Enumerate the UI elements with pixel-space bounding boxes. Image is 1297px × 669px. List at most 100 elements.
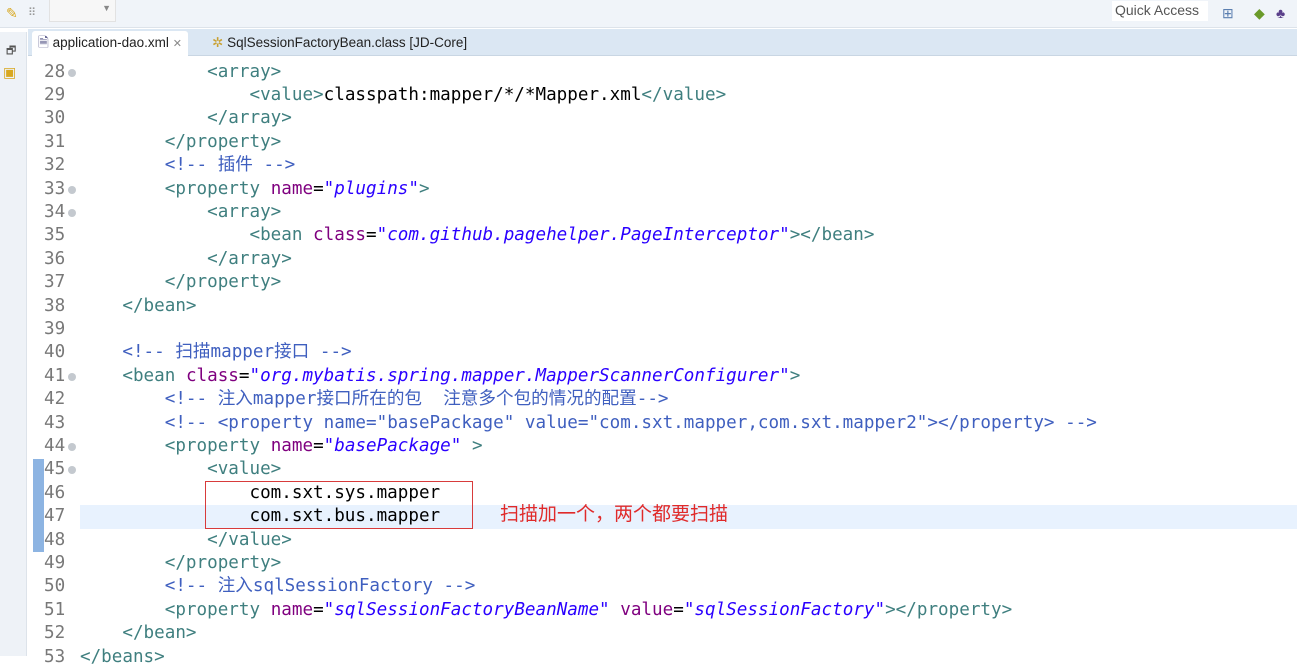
token: = [238,365,250,386]
left-trim-bar: 🗗 ▣ [0,32,27,656]
token: > [419,178,430,199]
line-number: 53 [44,646,66,667]
package-explorer-icon[interactable]: ▣ [3,64,16,81]
token: <bean [249,225,314,246]
line-number: 40 [44,342,66,363]
code-line[interactable]: 31 </property> [28,131,1297,154]
code-line[interactable]: 29 <value>classpath:mapper/*/*Mapper.xml… [28,84,1297,107]
code-line[interactable]: 48 </value> [28,529,1297,552]
code-line[interactable]: 38 </bean> [28,295,1297,318]
code-line[interactable]: 53 </beans> [28,646,1297,669]
token: name [270,599,314,620]
token: = [313,436,324,456]
token: </value> [207,529,292,550]
code-line[interactable]: 40 <!-- 扫描mapper接口 --> [28,341,1297,364]
annotation-text: 扫描加一个，两个都要扫描 [500,503,729,525]
code-line[interactable]: 33 <property name="plugins"> [28,178,1297,201]
line-number: 37 [44,272,66,293]
code-line[interactable]: 52 </bean> [28,622,1297,645]
token: = [366,225,377,246]
code-line[interactable]: 50 <!-- 注入sqlSessionFactory --> [28,575,1297,598]
token: </property> [164,272,282,293]
token: classpath:mapper/*/*Mapper.xml [323,85,642,105]
token: <property [164,599,271,620]
code-line[interactable]: 39 [28,318,1297,341]
code-line[interactable]: 28 <array> [28,61,1297,84]
code-line[interactable]: 44 <property name="basePackage" > [28,435,1297,458]
code-line[interactable]: 41 <bean class="org.mybatis.spring.mappe… [28,365,1297,388]
token: <array> [207,61,282,82]
code-line[interactable]: 37 </property> [28,271,1297,294]
code-text: <value>classpath:mapper/*/*Mapper.xml</v… [80,84,1297,107]
token: name [270,178,314,199]
code-text: <property name="plugins"> [80,178,1297,201]
token: name [270,436,314,456]
tab-application-dao-xml[interactable]: 🗎 application-dao.xml ✕ [32,31,188,56]
tab-sqlsessionfactorybean-class[interactable]: ✲ SqlSessionFactoryBean.class [JD-Core] [206,31,473,56]
line-number: 38 [44,295,66,316]
fold-toggle-icon[interactable] [68,443,76,451]
code-line[interactable]: 32 <!-- 插件 --> [28,154,1297,177]
fold-toggle-icon[interactable] [68,68,76,77]
code-line[interactable]: 45 <value> [28,458,1297,481]
code-line[interactable]: 35 <bean class="com.github.pagehelper.Pa… [28,224,1297,247]
code-text: </array> [80,107,1297,130]
code-line[interactable]: 30 </array> [28,107,1297,130]
code-text: <!-- 扫描mapper接口 --> [80,341,1297,364]
code-line[interactable]: 42 <!-- 注入mapper接口所在的包 注意多个包的情况的配置--> [28,388,1297,411]
token: > [789,365,801,386]
fold-toggle-icon[interactable] [68,466,76,475]
line-number: 43 [44,412,66,433]
token: "com.github.pagehelper.PageInterceptor" [376,225,790,246]
quick-access-input[interactable]: Quick Access [1112,1,1208,21]
code-line[interactable]: 43 <!-- <property name="basePackage" val… [28,412,1297,435]
line-number: 48 [44,529,66,550]
debug-perspective-icon[interactable]: ♣ [1276,4,1285,22]
fold-toggle-icon[interactable] [68,185,76,194]
java-ee-perspective-icon[interactable]: ◆ [1254,4,1265,22]
xml-file-icon: 🗎 [38,35,53,50]
code-text: <!-- 插件 --> [80,154,1297,177]
code-text: <bean class="org.mybatis.spring.mapper.M… [80,365,1297,388]
xml-editor[interactable]: 28 <array> 29 <value>classpath:mapper/*/… [28,56,1297,667]
code-line[interactable]: 36 </array> [28,248,1297,271]
token: <property [164,178,271,199]
fold-toggle-icon[interactable] [68,372,76,381]
token: <value> [249,85,324,105]
code-text: </bean> [80,295,1297,318]
toolbar-combo[interactable]: ▼ [49,0,116,22]
code-text: <property name="basePackage" > [80,435,1297,458]
token: <!-- 插件 --> [164,155,296,176]
change-marker [33,459,44,552]
line-number: 42 [44,389,66,410]
code-text: </property> [80,131,1297,154]
token: </array> [207,108,292,129]
pen-icon[interactable]: ✎ [6,4,18,22]
token: <bean [122,365,186,386]
line-number: 51 [44,599,66,620]
token: <value> [207,459,282,480]
open-perspective-icon[interactable]: ⊞ [1222,4,1234,22]
line-number: 32 [44,155,66,176]
token: ></bean> [789,225,875,246]
restore-icon[interactable]: 🗗 [6,42,16,61]
code-line[interactable]: 34 <array> [28,201,1297,224]
token: <!-- 注入mapper接口所在的包 注意多个包的情况的配置--> [164,389,669,410]
line-number: 31 [44,131,66,152]
fold-toggle-icon[interactable] [68,209,76,217]
close-icon[interactable]: ✕ [173,38,182,50]
code-line[interactable]: 49 </property> [28,552,1297,575]
code-line[interactable]: 51 <property name="sqlSessionFactoryBean… [28,599,1297,622]
token: </array> [207,248,292,269]
grid-icon[interactable]: ⠿ [28,4,36,22]
